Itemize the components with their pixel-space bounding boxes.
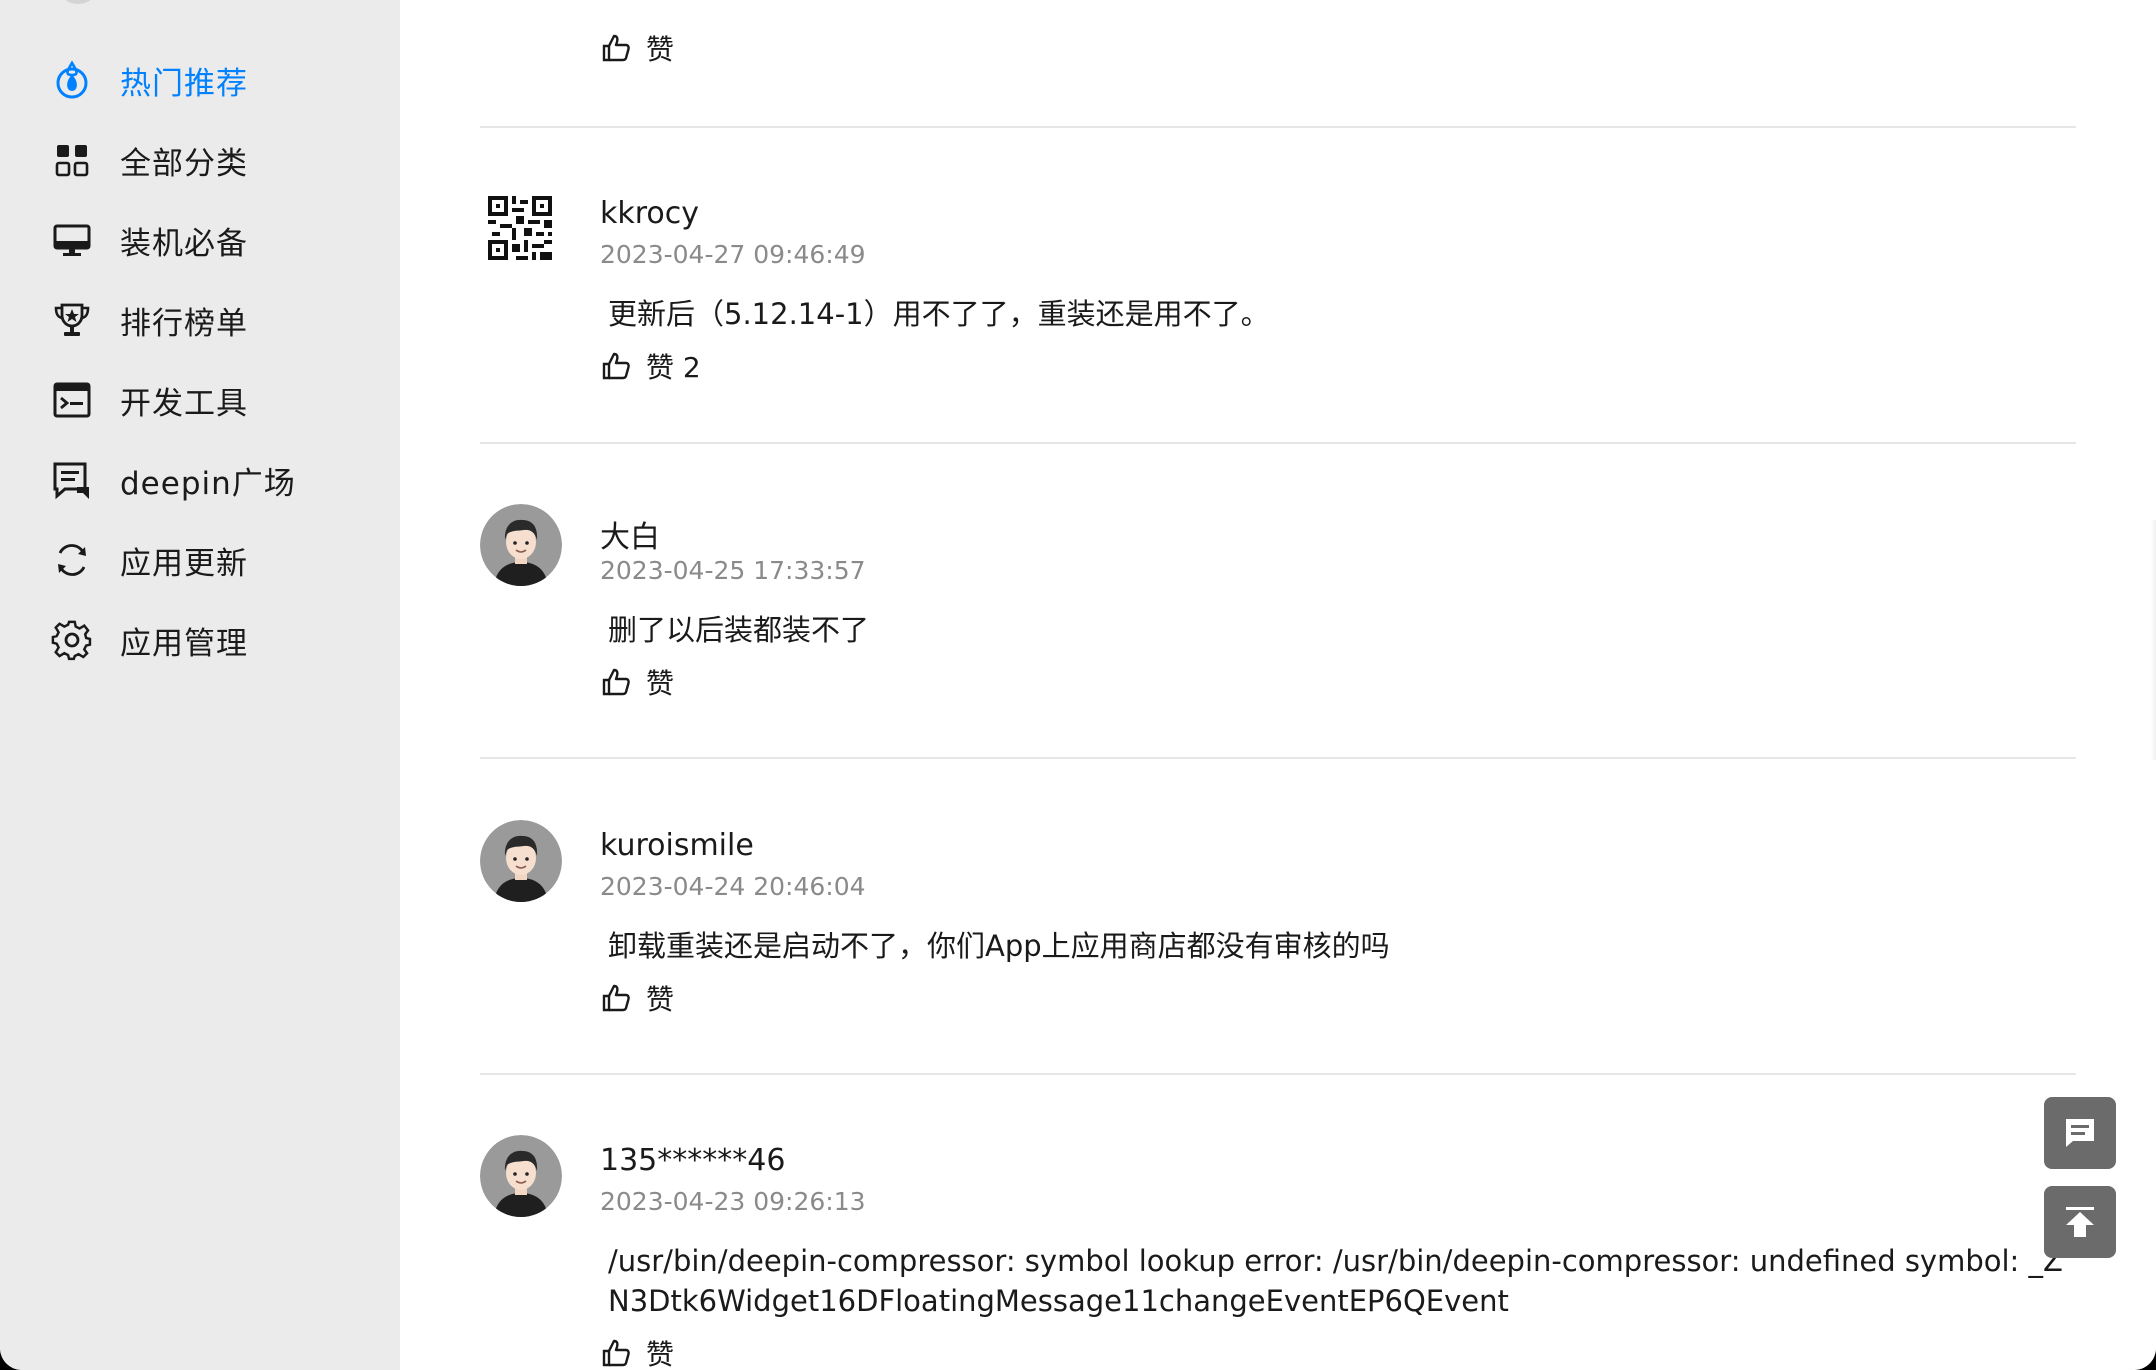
sidebar-item-manage[interactable]: 应用管理 <box>44 608 374 672</box>
like-button[interactable]: 赞 <box>600 28 674 68</box>
refresh-icon <box>44 532 100 588</box>
comment-item: kkrocy 2023-04-27 09:46:49 更新后（5.12.14-1… <box>480 196 2076 396</box>
comment-date: 2023-04-27 09:46:49 <box>600 240 866 269</box>
avatar[interactable] <box>480 820 562 902</box>
comment-date: 2023-04-25 17:33:57 <box>600 556 866 585</box>
sidebar-item-rankings[interactable]: 排行榜单 <box>44 288 374 352</box>
flame-icon <box>44 52 100 108</box>
divider <box>480 442 2076 444</box>
like-button[interactable]: 赞 <box>600 1333 674 1370</box>
sidebar-item-label: 应用管理 <box>120 625 248 662</box>
sidebar-avatar-stub <box>56 0 100 4</box>
qr-code-avatar <box>488 196 552 260</box>
like-button[interactable]: 赞 <box>600 662 674 702</box>
like-label: 赞 2 <box>646 351 701 384</box>
sidebar-item-hot[interactable]: 热门推荐 <box>44 48 374 112</box>
like-label: 赞 <box>646 667 675 700</box>
thumbs-up-icon <box>602 984 630 1012</box>
like-button[interactable]: 赞 2 <box>600 346 701 386</box>
trophy-icon <box>44 292 100 348</box>
like-label: 赞 <box>646 1338 675 1370</box>
like-label: 赞 <box>646 983 675 1016</box>
sidebar-item-label: 开发工具 <box>120 385 248 422</box>
back-to-top-button[interactable] <box>2044 1186 2116 1258</box>
comment-text: 卸载重装还是启动不了，你们App上应用商店都没有审核的吗 <box>608 929 1390 963</box>
comment-text: /usr/bin/deepin-compressor: symbol looku… <box>608 1244 2063 1318</box>
comment-text: 删了以后装都装不了 <box>608 613 870 647</box>
thumbs-up-icon <box>602 352 630 380</box>
monitor-icon <box>44 212 100 268</box>
comment-username: kuroismile <box>600 828 754 863</box>
like-label: 赞 <box>646 33 675 66</box>
divider <box>480 126 2076 128</box>
sidebar-item-label: 应用更新 <box>120 545 248 582</box>
comment-date: 2023-04-24 20:46:04 <box>600 872 866 901</box>
terminal-icon <box>44 372 100 428</box>
comment-username: 大白 <box>600 520 660 555</box>
sidebar: 热门推荐 全部分类 装机必备 排行榜单 开发工具 deepin广场 应用更新 应… <box>0 0 400 1370</box>
back-to-top-icon <box>2066 1207 2094 1237</box>
comments-panel: 赞 kkrocy 2023-04-27 09:46:49 更新后（5.12.14… <box>400 0 2156 1370</box>
comment-button[interactable] <box>2044 1097 2116 1169</box>
comment-username: kkrocy <box>600 196 700 231</box>
forum-icon <box>44 452 100 508</box>
thumbs-up-icon <box>602 668 630 696</box>
comment-date: 2023-04-23 09:26:13 <box>600 1187 866 1216</box>
avatar[interactable] <box>480 1135 562 1217</box>
sidebar-item-label: deepin广场 <box>120 465 296 502</box>
sidebar-item-essentials[interactable]: 装机必备 <box>44 208 374 272</box>
like-button[interactable]: 赞 <box>600 978 674 1018</box>
divider <box>480 1073 2076 1075</box>
sidebar-item-deepin-square[interactable]: deepin广场 <box>44 448 374 512</box>
sidebar-item-label: 全部分类 <box>120 145 248 182</box>
comment-item: 135******46 2023-04-23 09:26:13 /usr/bin… <box>480 1135 2076 1370</box>
settings-gear-icon <box>44 612 100 668</box>
comment-item: kuroismile 2023-04-24 20:46:04 卸载重装还是启动不… <box>480 820 2076 1028</box>
comment-username: 135******46 <box>600 1143 786 1178</box>
avatar[interactable] <box>480 504 562 586</box>
divider <box>480 757 2076 759</box>
scrollbar-track[interactable] <box>2150 520 2156 760</box>
sidebar-item-updates[interactable]: 应用更新 <box>44 528 374 592</box>
thumbs-up-icon <box>602 34 630 62</box>
comment-item: 大白 2023-04-25 17:33:57 删了以后装都装不了 赞 <box>480 504 2076 712</box>
thumbs-up-icon <box>602 1339 630 1367</box>
sidebar-item-label: 排行榜单 <box>120 305 248 342</box>
sidebar-item-categories[interactable]: 全部分类 <box>44 128 374 192</box>
sidebar-item-label: 装机必备 <box>120 225 248 262</box>
comment-icon <box>2066 1119 2094 1147</box>
sidebar-item-devtools[interactable]: 开发工具 <box>44 368 374 432</box>
grid-icon <box>44 132 100 188</box>
app-window: 热门推荐 全部分类 装机必备 排行榜单 开发工具 deepin广场 应用更新 应… <box>0 0 2156 1370</box>
comment-text: 更新后（5.12.14-1）用不了了，重装还是用不了。 <box>608 297 1270 331</box>
sidebar-item-label: 热门推荐 <box>120 65 248 102</box>
